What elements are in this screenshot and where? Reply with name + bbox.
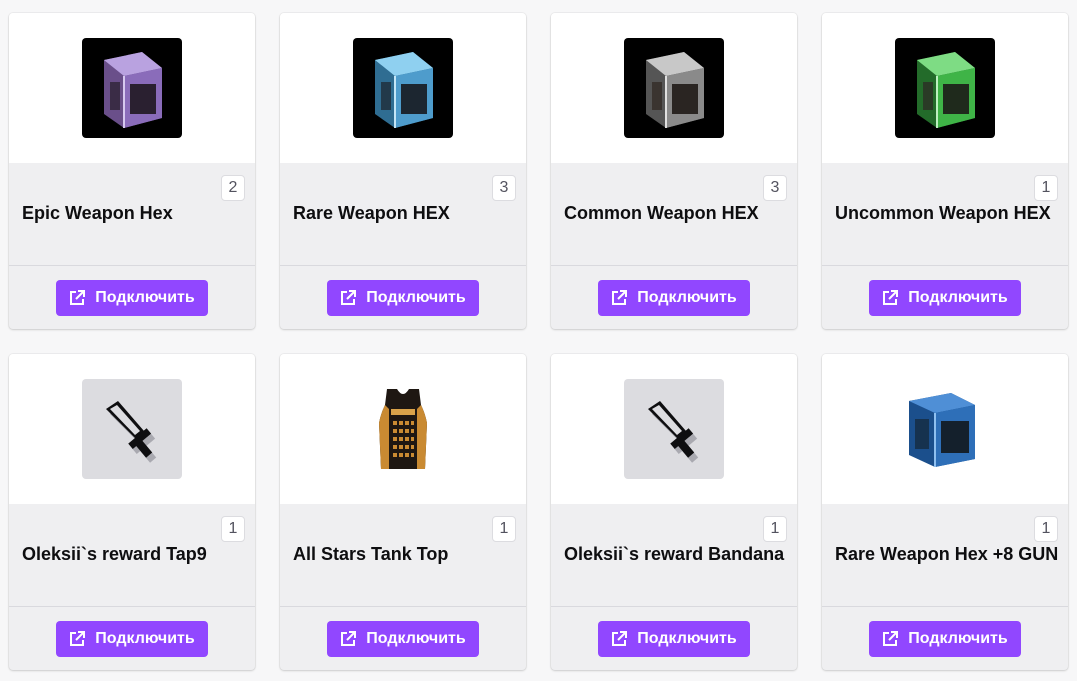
connect-button[interactable]: Подключить [56,279,208,316]
card-image-area [280,354,526,504]
drop-card: 1 Oleksii`s reward Bandana Подключить [551,354,797,670]
drop-card: 1 All Stars Tank Top Подключить [280,354,526,670]
external-link-icon [67,288,87,308]
card-title: Oleksii`s reward Bandana [564,544,785,564]
connect-button[interactable]: Подключить [598,620,750,657]
drops-grid: 2 Epic Weapon Hex Подключить 3 Rare Weap… [9,13,1068,670]
drop-card: 2 Epic Weapon Hex Подключить [9,13,255,329]
card-image-area [280,13,526,163]
card-footer: Подключить [822,607,1068,670]
connect-button-label: Подключить [637,629,737,647]
card-title: Uncommon Weapon HEX [835,203,1051,223]
uncommon-weapon-hex-crate-image [895,38,995,138]
card-title: All Stars Tank Top [293,544,449,564]
card-title: Rare Weapon HEX [293,203,450,223]
sword-placeholder-icon [82,379,182,479]
sword-placeholder-icon [624,379,724,479]
drop-card: 3 Rare Weapon HEX Подключить [280,13,526,329]
external-link-icon [609,288,629,308]
all-stars-tank-top-image [353,379,453,479]
count-badge: 2 [221,175,245,201]
connect-button-label: Подключить [637,288,737,306]
card-title: Rare Weapon Hex +8 GUN [835,544,1059,564]
card-title: Oleksii`s reward Tap9 [22,544,207,564]
connect-button[interactable]: Подключить [327,620,479,657]
card-info: 1 Oleksii`s reward Tap9 [9,504,255,607]
card-info: 2 Epic Weapon Hex [9,163,255,266]
card-info: 1 Uncommon Weapon HEX [822,163,1068,266]
connect-button[interactable]: Подключить [327,279,479,316]
connect-button[interactable]: Подключить [598,279,750,316]
card-image-area [9,13,255,163]
drop-card: 1 Uncommon Weapon HEX Подключить [822,13,1068,329]
count-badge: 1 [492,516,516,542]
connect-button-label: Подключить [908,629,1008,647]
external-link-icon [609,629,629,649]
epic-weapon-hex-crate-image [82,38,182,138]
card-footer: Подключить [551,607,797,670]
connect-button-label: Подключить [366,629,466,647]
external-link-icon [880,629,900,649]
connect-button[interactable]: Подключить [869,620,1021,657]
card-image-area [9,354,255,504]
count-badge: 3 [763,175,787,201]
count-badge: 1 [1034,175,1058,201]
card-image-area [822,13,1068,163]
card-footer: Подключить [9,607,255,670]
drop-card: 3 Common Weapon HEX Подключить [551,13,797,329]
drop-card: 1 Oleksii`s reward Tap9 Подключить [9,354,255,670]
card-image-area [822,354,1068,504]
card-footer: Подключить [280,266,526,329]
card-footer: Подключить [280,607,526,670]
connect-button-label: Подключить [95,629,195,647]
card-title: Epic Weapon Hex [22,203,173,223]
card-image-area [551,354,797,504]
external-link-icon [67,629,87,649]
connect-button[interactable]: Подключить [869,279,1021,316]
card-info: 3 Common Weapon HEX [551,163,797,266]
count-badge: 1 [1034,516,1058,542]
card-image-area [551,13,797,163]
card-footer: Подключить [822,266,1068,329]
count-badge: 1 [221,516,245,542]
card-footer: Подключить [9,266,255,329]
card-info: 1 Oleksii`s reward Bandana [551,504,797,607]
card-info: 1 Rare Weapon Hex +8 GUN [822,504,1068,607]
card-title: Common Weapon HEX [564,203,759,223]
connect-button-label: Подключить [95,288,195,306]
connect-button-label: Подключить [908,288,1008,306]
common-weapon-hex-crate-image [624,38,724,138]
rare-weapon-hex-crate-blue-image [895,379,995,479]
connect-button[interactable]: Подключить [56,620,208,657]
rare-weapon-hex-crate-image [353,38,453,138]
connect-button-label: Подключить [366,288,466,306]
external-link-icon [880,288,900,308]
external-link-icon [338,288,358,308]
card-footer: Подключить [551,266,797,329]
card-info: 3 Rare Weapon HEX [280,163,526,266]
drop-card: 1 Rare Weapon Hex +8 GUN Подключить [822,354,1068,670]
card-info: 1 All Stars Tank Top [280,504,526,607]
count-badge: 1 [763,516,787,542]
external-link-icon [338,629,358,649]
count-badge: 3 [492,175,516,201]
